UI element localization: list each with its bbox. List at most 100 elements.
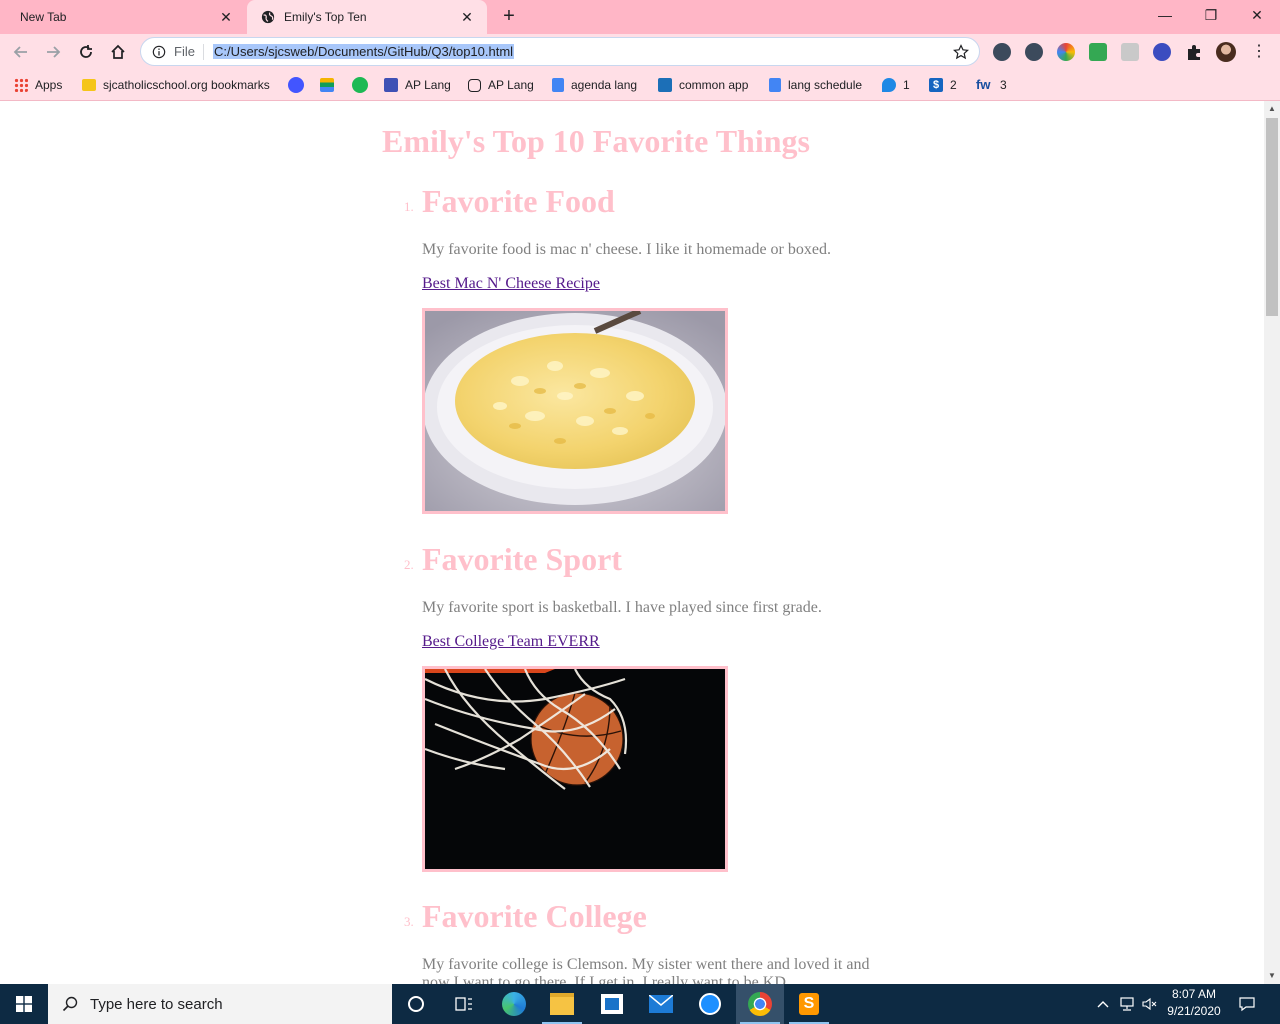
shield-extension-icon[interactable] — [1025, 43, 1043, 61]
bookmark-quizlet[interactable] — [288, 76, 311, 94]
url-scheme-label: File — [174, 43, 204, 60]
new-tab-button[interactable]: + — [497, 6, 521, 28]
reload-icon — [80, 45, 92, 58]
page-title: Emily's Top 10 Favorite Things — [382, 123, 810, 159]
home-button[interactable] — [104, 38, 132, 66]
info-icon[interactable] — [152, 45, 166, 59]
recipe-link[interactable]: Best Mac N' Cheese Recipe — [422, 275, 600, 292]
address-bar[interactable]: File C:/Users/sjcsweb/Documents/GitHub/Q… — [140, 37, 980, 66]
compass-icon — [699, 993, 721, 1015]
chrome-taskbar-button[interactable] — [736, 984, 784, 1024]
page-scrollbar[interactable]: ▲ ▼ — [1264, 101, 1280, 984]
screen-extension-icon[interactable] — [1121, 43, 1139, 61]
list-number: 3. — [404, 914, 414, 929]
bookmark-label: 1 — [903, 78, 910, 92]
bookmark-star-icon[interactable] — [953, 44, 969, 60]
bookmark-apps[interactable]: Apps — [14, 76, 62, 94]
bookmark-label: common app — [679, 78, 749, 92]
bookmark-label: agenda lang — [571, 78, 638, 92]
mail-button[interactable] — [637, 984, 685, 1024]
notifications-button[interactable] — [1234, 984, 1260, 1024]
task-view-button[interactable] — [440, 984, 488, 1024]
taskbar-search-box[interactable]: Type here to search — [48, 984, 392, 1024]
folder-icon — [82, 79, 96, 91]
bookmark-spotify[interactable] — [352, 76, 375, 94]
scroll-up-arrow-icon[interactable]: ▲ — [1264, 101, 1280, 117]
apps-grid-icon — [14, 78, 28, 92]
k-extension-icon[interactable] — [1153, 43, 1171, 61]
search-icon — [62, 996, 78, 1012]
back-button[interactable] — [7, 38, 35, 66]
spotify-icon — [352, 77, 368, 93]
item-text: My favorite food is mac n' cheese. I lik… — [422, 241, 831, 258]
item-heading: Favorite College — [422, 898, 647, 934]
scroll-thumb[interactable] — [1266, 118, 1278, 316]
bookmark-label: lang schedule — [788, 78, 863, 92]
docs-icon — [552, 78, 564, 92]
shield-extension-icon[interactable] — [993, 43, 1011, 61]
bookmark-chat[interactable]: 1 — [882, 76, 910, 94]
volume-muted-icon — [1142, 997, 1157, 1011]
color-extension-icon[interactable] — [1057, 43, 1075, 61]
item-text: My favorite sport is basketball. I have … — [422, 599, 822, 616]
bookmark-folder[interactable]: sjcatholicschool.org bookmarks — [82, 76, 270, 94]
more-menu-icon[interactable]: ⋮ — [1250, 43, 1268, 61]
bookmark-ap-lang-1[interactable]: AP Lang — [384, 76, 451, 94]
profile-avatar[interactable] — [1216, 42, 1236, 62]
close-tab-icon[interactable]: ✕ — [218, 9, 234, 25]
restore-button[interactable]: ❐ — [1188, 0, 1234, 30]
network-icon — [1120, 997, 1134, 1011]
bookmark-lang-schedule[interactable]: lang schedule — [769, 76, 862, 94]
dollar-icon: $ — [929, 78, 943, 92]
url-text[interactable]: C:/Users/sjcsweb/Documents/GitHub/Q3/top… — [212, 44, 515, 59]
store-button[interactable] — [588, 984, 636, 1024]
clock-date: 9/21/2020 — [1167, 1004, 1221, 1018]
store-bag-icon — [601, 994, 623, 1014]
sublime-text-button[interactable]: S — [785, 984, 833, 1024]
page-viewport[interactable]: Emily's Top 10 Favorite Things 1. Favori… — [0, 101, 1264, 984]
list-number: 1. — [404, 199, 414, 214]
bookmark-layers[interactable] — [320, 76, 341, 94]
docs-icon — [769, 78, 781, 92]
fw-icon: fw — [976, 77, 991, 92]
windows-taskbar: Type here to search S 8:07 AM 9/21/2020 — [0, 984, 1280, 1024]
bookmark-fw[interactable]: fw 3 — [976, 76, 1007, 94]
tab-new-tab[interactable]: New Tab ✕ — [0, 0, 246, 34]
college-team-link[interactable]: Best College Team EVERR — [422, 633, 600, 650]
forward-button[interactable] — [39, 38, 67, 66]
chat-bubble-icon — [882, 78, 896, 92]
bookmark-dollar[interactable]: $ 2 — [929, 76, 957, 94]
safari-compass-button[interactable] — [686, 984, 734, 1024]
list-item: 2. Favorite Sport My favorite sport is b… — [404, 541, 892, 872]
search-placeholder: Type here to search — [90, 995, 223, 1013]
list-item: 1. Favorite Food My favorite food is mac… — [404, 183, 892, 514]
tab-emilys-top-ten[interactable]: Emily's Top Ten ✕ — [247, 0, 487, 34]
file-explorer-button[interactable] — [538, 984, 586, 1024]
bookmark-agenda-lang[interactable]: agenda lang — [552, 76, 637, 94]
classroom-extension-icon[interactable] — [1089, 43, 1107, 61]
minimize-button[interactable]: — — [1142, 0, 1188, 30]
home-icon — [111, 44, 125, 59]
forward-arrow-icon — [47, 46, 61, 58]
network-button[interactable] — [1116, 984, 1138, 1024]
scroll-down-arrow-icon[interactable]: ▼ — [1264, 968, 1280, 984]
start-button[interactable] — [0, 984, 48, 1024]
bookmark-common-app[interactable]: common app — [658, 76, 748, 94]
edge-taskbar-button[interactable] — [490, 984, 538, 1024]
bookmark-ap-lang-2[interactable]: AP Lang — [468, 76, 534, 94]
close-window-button[interactable]: ✕ — [1234, 0, 1280, 30]
classroom-icon — [384, 78, 398, 92]
system-clock[interactable]: 8:07 AM 9/21/2020 — [1158, 986, 1230, 1020]
mail-icon — [649, 995, 673, 1013]
puzzle-extensions-icon[interactable] — [1185, 43, 1203, 61]
reload-button[interactable] — [72, 38, 100, 66]
show-hidden-icons-button[interactable] — [1094, 984, 1112, 1024]
close-tab-icon[interactable]: ✕ — [459, 9, 475, 25]
back-arrow-icon — [13, 46, 27, 58]
cortana-circle-icon — [408, 996, 424, 1012]
cortana-button[interactable] — [392, 984, 440, 1024]
tab-title: New Tab — [20, 10, 67, 24]
folder-icon — [550, 993, 574, 1015]
list-item: 3. Favorite College My favorite college … — [404, 898, 892, 984]
volume-button[interactable] — [1140, 984, 1160, 1024]
